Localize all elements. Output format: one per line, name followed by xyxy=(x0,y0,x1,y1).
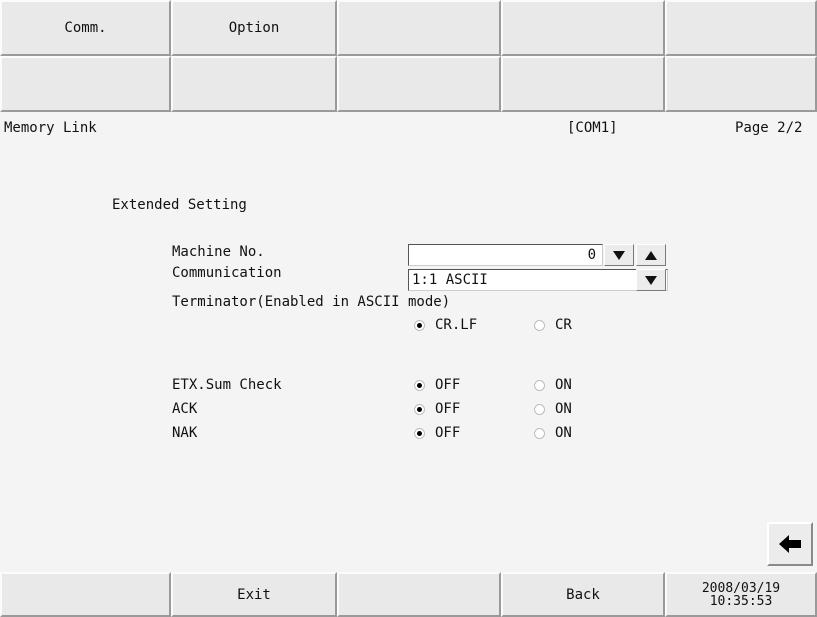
top-button-5[interactable] xyxy=(665,0,817,56)
port-label: [COM1] xyxy=(567,120,618,136)
chevron-down-icon xyxy=(645,275,657,285)
terminator-label: Terminator(Enabled in ASCII mode) xyxy=(172,294,451,310)
arrow-left-icon xyxy=(779,535,801,553)
machine-no-decrement-button[interactable] xyxy=(604,244,634,266)
second-row-button-1[interactable] xyxy=(0,56,171,112)
radio-selected-icon xyxy=(414,319,425,331)
tab-option[interactable]: Option xyxy=(171,0,337,56)
datetime-display: 2008/03/19 10:35:53 xyxy=(665,572,817,617)
ack-off[interactable]: OFF xyxy=(414,401,460,417)
communication-label: Communication xyxy=(172,265,282,281)
communication-dropdown-button[interactable] xyxy=(636,269,666,291)
second-row-button-4[interactable] xyxy=(501,56,665,112)
ack-label: ACK xyxy=(172,401,198,417)
section-title: Extended Setting xyxy=(112,197,247,213)
nak-label: NAK xyxy=(172,425,198,441)
exit-button[interactable]: Exit xyxy=(171,572,337,617)
machine-no-field[interactable]: 0 xyxy=(408,244,603,266)
nak-off-label: OFF xyxy=(435,425,461,441)
second-row-button-2[interactable] xyxy=(171,56,337,112)
etx-sum-check-on-label: ON xyxy=(555,377,572,393)
etx-sum-check-off[interactable]: OFF xyxy=(414,377,460,393)
terminator-option-cr[interactable]: CR xyxy=(534,317,572,333)
radio-unselected-icon xyxy=(534,379,545,391)
date-text: 2008/03/19 xyxy=(701,580,781,596)
exit-button-label: Exit xyxy=(237,586,271,603)
bottom-button-1[interactable] xyxy=(0,572,171,617)
second-row-button-3[interactable] xyxy=(337,56,501,112)
machine-no-label: Machine No. xyxy=(172,244,265,260)
page-back-arrow-button[interactable] xyxy=(767,522,813,566)
communication-select[interactable]: 1:1 ASCII xyxy=(408,269,668,291)
radio-selected-icon xyxy=(414,379,425,391)
bottom-button-bar: Exit Back 2008/03/19 10:35:53 xyxy=(0,572,817,617)
machine-no-increment-button[interactable] xyxy=(636,244,666,266)
ack-off-label: OFF xyxy=(435,401,461,417)
etx-sum-check-off-label: OFF xyxy=(435,377,461,393)
radio-selected-icon xyxy=(414,427,425,439)
nak-on-label: ON xyxy=(555,425,572,441)
terminator-option-cr-label: CR xyxy=(555,317,572,333)
bottom-button-3[interactable] xyxy=(337,572,501,617)
communication-value: 1:1 ASCII xyxy=(412,272,488,288)
ack-on[interactable]: ON xyxy=(534,401,572,417)
machine-no-value: 0 xyxy=(587,247,596,263)
second-row-button-5[interactable] xyxy=(665,56,817,112)
radio-unselected-icon xyxy=(534,427,545,439)
tab-option-label: Option xyxy=(228,20,280,36)
back-button[interactable]: Back xyxy=(501,572,665,617)
nak-on[interactable]: ON xyxy=(534,425,572,441)
top-button-3[interactable] xyxy=(337,0,501,56)
page-title: Memory Link xyxy=(4,120,97,136)
top-button-4[interactable] xyxy=(501,0,665,56)
radio-selected-icon xyxy=(414,403,425,415)
top-button-grid: Comm. Option xyxy=(0,0,817,112)
radio-unselected-icon xyxy=(534,319,545,331)
terminator-option-crlf[interactable]: CR.LF xyxy=(414,317,477,333)
triangle-up-icon xyxy=(645,250,657,260)
time-text: 10:35:53 xyxy=(709,593,773,609)
ack-on-label: ON xyxy=(555,401,572,417)
back-button-label: Back xyxy=(566,586,600,603)
triangle-down-icon xyxy=(613,250,625,260)
radio-unselected-icon xyxy=(534,403,545,415)
settings-screen: Comm. Option Memory Link [COM1] Page 2/2… xyxy=(0,0,817,617)
etx-sum-check-label: ETX.Sum Check xyxy=(172,377,282,393)
etx-sum-check-on[interactable]: ON xyxy=(534,377,572,393)
tab-comm-label: Comm. xyxy=(64,20,107,36)
terminator-option-crlf-label: CR.LF xyxy=(435,317,478,333)
page-indicator: Page 2/2 xyxy=(735,120,803,136)
nak-off[interactable]: OFF xyxy=(414,425,460,441)
tab-comm[interactable]: Comm. xyxy=(0,0,171,56)
